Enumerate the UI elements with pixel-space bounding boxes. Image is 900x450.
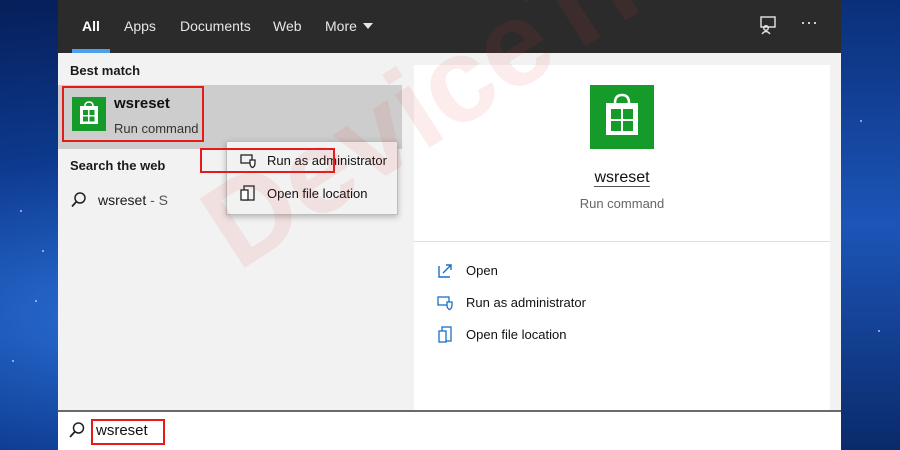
background-star	[20, 210, 22, 212]
action-run-as-admin[interactable]: Run as administrator	[436, 291, 736, 317]
search-web-heading: Search the web	[70, 158, 166, 173]
best-match-heading: Best match	[70, 63, 141, 78]
tab-web[interactable]: Web	[273, 0, 302, 53]
context-open-file-location[interactable]: Open file location	[227, 179, 397, 209]
file-location-icon	[240, 185, 255, 201]
preview-divider	[414, 241, 830, 242]
tab-all[interactable]: All	[72, 0, 110, 53]
preview-app-name: wsreset	[414, 169, 830, 187]
feedback-icon[interactable]	[757, 15, 779, 37]
ellipsis-icon[interactable]: ···	[798, 12, 820, 34]
search-icon	[71, 192, 86, 208]
chevron-down-icon	[362, 23, 373, 29]
search-bar	[58, 410, 841, 450]
background-star	[42, 250, 44, 252]
web-query: wsreset	[98, 192, 147, 208]
context-open-file-location-label: Open file location	[267, 186, 368, 201]
action-open-label: Open	[466, 263, 498, 278]
desktop-background-right	[840, 0, 900, 450]
tab-apps[interactable]: Apps	[124, 0, 156, 53]
background-star	[860, 120, 862, 122]
filter-tab-bar: All Apps Documents Web More ···	[58, 0, 841, 53]
file-location-icon	[438, 326, 452, 343]
results-list: Best match wsreset Run command Search th…	[58, 53, 402, 410]
preview-app-type: Run command	[579, 196, 665, 211]
action-run-as-admin-label: Run as administrator	[466, 295, 586, 310]
tab-more-label: More	[325, 18, 357, 34]
background-star	[35, 300, 37, 302]
search-panel: All Apps Documents Web More ··· Best mat…	[58, 0, 868, 450]
store-bag-icon	[590, 85, 654, 149]
action-open-file-location[interactable]: Open file location	[436, 323, 736, 349]
highlight-box-run-as-admin	[200, 148, 335, 173]
preview-pane: wsreset Run command Open Run as administ…	[414, 65, 830, 410]
highlight-box-search	[91, 419, 165, 445]
web-result-text: wsreset - S	[98, 192, 168, 208]
action-open-file-location-label: Open file location	[466, 327, 567, 342]
action-open[interactable]: Open	[436, 259, 736, 285]
search-icon	[69, 422, 85, 438]
background-star	[12, 360, 14, 362]
tab-documents[interactable]: Documents	[180, 0, 251, 53]
tab-more[interactable]: More	[325, 0, 373, 53]
highlight-box-best-match	[62, 86, 204, 142]
open-icon	[438, 264, 452, 278]
background-star	[878, 330, 880, 332]
shield-icon	[437, 296, 453, 311]
preview-app-name-text: wsreset	[594, 169, 650, 187]
web-suffix: - S	[146, 192, 169, 208]
